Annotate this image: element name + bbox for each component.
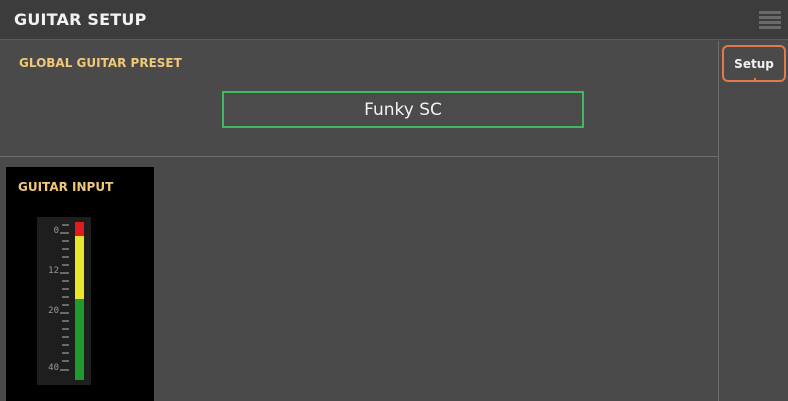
meter-tick [62,280,69,282]
meter-tick [62,352,69,354]
meter-tick [62,224,69,226]
guitar-input-panel: GUITAR INPUT 0 12 20 40 [6,167,154,401]
meter-tick [62,256,69,258]
meter-tick [62,288,69,290]
meter-tick [60,232,69,234]
meter-tick [60,272,69,274]
meter-segment-red [75,222,84,236]
meter-tick [62,304,69,306]
global-preset-selector[interactable]: Funky SC [222,91,584,128]
tab-indicator-dot [754,78,756,80]
meter-scale-label: 20 [48,306,59,316]
right-sidebar: Setup [718,41,788,401]
global-preset-label: GLOBAL GUITAR PRESET [19,56,182,70]
meter-segment-green [75,299,84,380]
meter-scale-label: 12 [48,266,59,276]
meter-tick [60,312,69,314]
meter-bar [75,222,84,380]
main-panel: GLOBAL GUITAR PRESET Funky SC GUITAR INP… [0,41,718,401]
tab-setup[interactable]: Setup [722,45,786,82]
meter-tick [62,240,69,242]
meter-tick [62,296,69,298]
meter-segment-yellow [75,236,84,299]
meter-tick [62,248,69,250]
meter-tick [62,344,69,346]
menu-icon[interactable] [759,11,781,29]
guitar-input-label: GUITAR INPUT [18,180,114,194]
input-level-meter: 0 12 20 40 [37,217,91,385]
meter-scale-label: 0 [53,226,59,236]
meter-tick [62,360,69,362]
tab-setup-label: Setup [734,56,774,71]
meter-tick [62,336,69,338]
page-title: GUITAR SETUP [14,10,147,29]
meter-tick [62,328,69,330]
meter-tick [62,264,69,266]
title-bar: GUITAR SETUP [0,0,788,40]
global-preset-section: GLOBAL GUITAR PRESET Funky SC [0,41,718,157]
meter-tick [62,320,69,322]
meter-tick [60,369,69,371]
meter-scale-label: 40 [48,363,59,373]
